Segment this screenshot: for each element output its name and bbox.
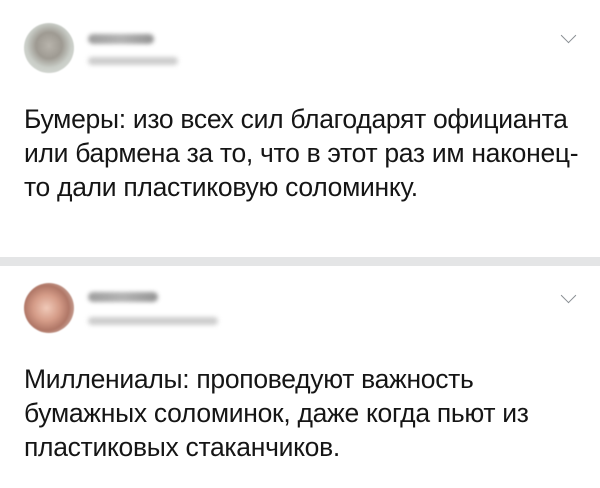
author-handle-blurred: [88, 317, 218, 325]
tweet-feed: Бумеры: изо всех сил благодарят официант…: [0, 0, 600, 488]
author-name-blurred[interactable]: [88, 292, 158, 302]
tweet-text: Миллениалы: проповедуют важность бумажны…: [24, 364, 529, 462]
chevron-down-icon[interactable]: [560, 287, 577, 304]
avatar[interactable]: [24, 23, 74, 73]
chevron-down-icon[interactable]: [560, 27, 577, 44]
tweet-card[interactable]: Бумеры: изо всех сил благодарят официант…: [0, 0, 600, 257]
author-handle-blurred: [88, 57, 178, 65]
tweet-card[interactable]: Миллениалы: проповедуют важность бумажны…: [0, 266, 600, 488]
author-name-blurred[interactable]: [88, 34, 154, 44]
avatar[interactable]: [24, 283, 74, 333]
tweet-text: Бумеры: изо всех сил благодарят официант…: [24, 104, 579, 202]
